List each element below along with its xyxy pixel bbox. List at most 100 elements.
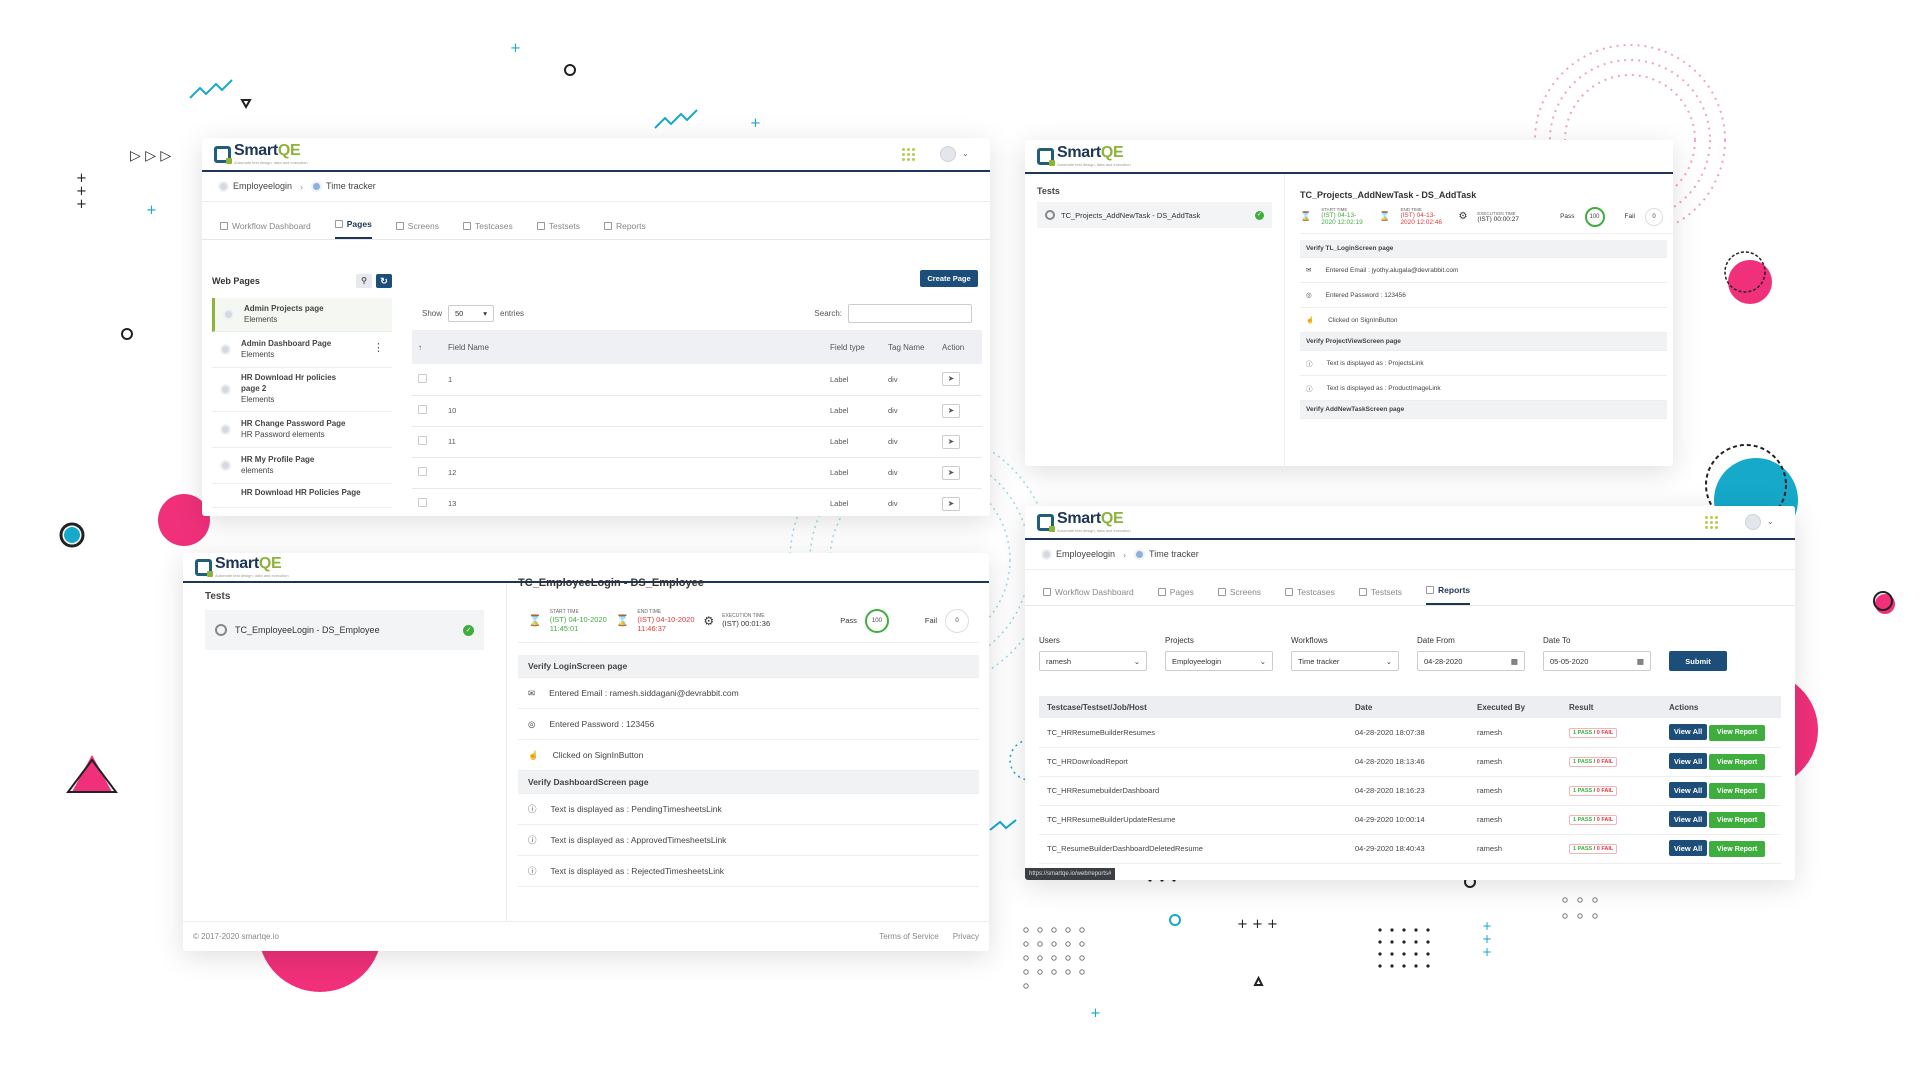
row-checkbox[interactable] — [418, 405, 427, 414]
result-badge: 1 PASS / 0 FAIL — [1569, 727, 1618, 738]
tab-pages[interactable]: Pages — [1157, 587, 1194, 605]
search-icon[interactable]: ⚲ — [356, 274, 372, 288]
send-icon[interactable]: ➤ — [942, 434, 960, 449]
page-icon — [220, 460, 231, 471]
table-row[interactable]: 13 Label div ➤ — [412, 488, 982, 516]
sidebar-item[interactable]: HR Download Hr policies page 2 Elements — [212, 368, 392, 412]
refresh-icon[interactable]: ↻ — [376, 274, 392, 288]
tab-screens[interactable]: Screens — [1217, 587, 1261, 605]
sidebar-item[interactable]: Admin Projects page Elements — [212, 298, 392, 332]
sidebar-item[interactable]: HR Download HR Policies Page — [212, 484, 392, 508]
view-all-button[interactable]: View All — [1669, 782, 1707, 798]
privacy-link[interactable]: Privacy — [953, 932, 979, 941]
workflows-select[interactable]: Time tracker ⌄ — [1291, 651, 1399, 671]
svg-text:+: + — [1482, 945, 1492, 959]
testcases-icon — [462, 222, 471, 230]
col-date[interactable]: Date — [1347, 696, 1469, 718]
breadcrumb-project[interactable]: Employeelogin — [1041, 549, 1115, 561]
view-all-button[interactable]: View All — [1669, 840, 1707, 856]
table-row[interactable]: 12 Label div ➤ — [412, 457, 982, 489]
breadcrumb-workflow[interactable]: Time tracker — [1134, 549, 1199, 561]
test-list-item[interactable]: TC_Projects_AddNewTask - DS_AddTask ✓ — [1037, 202, 1272, 228]
send-icon[interactable]: ➤ — [942, 496, 960, 511]
users-select[interactable]: ramesh ⌄ — [1039, 651, 1147, 671]
test-list-item[interactable]: TC_EmployeeLogin - DS_Employee ✓ — [205, 610, 484, 650]
col-executed-by[interactable]: Executed By — [1469, 696, 1561, 718]
screens-icon — [1217, 588, 1226, 596]
calendar-icon[interactable]: ▦ — [1637, 657, 1644, 666]
svg-text:+: + — [76, 197, 87, 212]
breadcrumb-project[interactable]: Employeelogin — [218, 181, 292, 193]
reports-icon — [1426, 586, 1435, 594]
send-icon[interactable]: ➤ — [942, 465, 960, 480]
svg-text:+: + — [510, 41, 521, 56]
logo-text-qe: QE — [277, 142, 301, 159]
col-result[interactable]: Result — [1561, 696, 1661, 718]
chevron-down-icon[interactable]: ⌄ — [1767, 517, 1774, 526]
view-report-button[interactable]: View Report — [1709, 783, 1766, 799]
table-row[interactable]: 10 Label div ➤ — [412, 395, 982, 427]
view-all-button[interactable]: View All — [1669, 723, 1707, 740]
chevron-down-icon[interactable]: ⌄ — [962, 149, 969, 158]
col-action[interactable]: Action — [936, 330, 982, 364]
svg-text:+: + — [146, 203, 157, 218]
tab-pages[interactable]: Pages — [334, 219, 372, 239]
app-header: SmartQE Automate test design, data and e… — [1025, 506, 1795, 540]
col-testcase[interactable]: Testcase/Testset/Job/Host — [1039, 696, 1347, 718]
tab-screens[interactable]: Screens — [395, 221, 439, 239]
select-all-header[interactable]: ↑ — [412, 330, 442, 364]
apps-grid-icon[interactable] — [1705, 516, 1718, 529]
user-avatar[interactable] — [1745, 514, 1761, 530]
view-all-button[interactable]: View All — [1669, 753, 1707, 769]
logo-mark-icon — [195, 558, 213, 577]
sidebar-item[interactable]: HR My Profile Page elements — [212, 448, 392, 484]
col-field-name[interactable]: Field Name — [442, 330, 824, 364]
user-avatar[interactable] — [940, 146, 956, 162]
table-search-input[interactable] — [848, 303, 972, 323]
calendar-icon[interactable]: ▦ — [1511, 657, 1518, 666]
tab-reports[interactable]: Reports — [603, 221, 646, 239]
projects-select[interactable]: Employeelogin ⌄ — [1165, 651, 1273, 671]
view-all-button[interactable]: View All — [1669, 811, 1707, 827]
view-report-button[interactable]: View Report — [1709, 812, 1766, 828]
row-checkbox[interactable] — [418, 436, 427, 445]
filter-date-from: Date From 04-28-2020 ▦ — [1417, 636, 1525, 671]
sidebar-item[interactable]: HR Change Password Page HR Password eleme… — [212, 412, 392, 448]
sidebar-item[interactable]: Admin Dashboard Page Elements ⋮ — [212, 332, 392, 368]
entries-select[interactable]: 50 ▾ — [448, 304, 495, 322]
info-icon: ⓘ — [528, 835, 537, 845]
tab-workflow-dashboard[interactable]: Workflow Dashboard — [220, 221, 311, 239]
breadcrumb-workflow[interactable]: Time tracker — [311, 181, 376, 193]
view-report-button[interactable]: View Report — [1709, 754, 1766, 770]
workflow-icon — [311, 181, 323, 193]
view-report-button[interactable]: View Report — [1709, 724, 1766, 741]
terms-link[interactable]: Terms of Service — [879, 932, 939, 941]
table-row[interactable]: 11 Label div ➤ — [412, 426, 982, 458]
date-from-input[interactable]: 04-28-2020 ▦ — [1417, 651, 1525, 671]
tab-testcases[interactable]: Testcases — [462, 221, 513, 239]
timing-row: ⌛ START TIME (IST) 04-10-2020 11:45:01 ⌛ … — [518, 599, 979, 643]
create-page-button[interactable]: Create Page — [920, 270, 978, 287]
more-vertical-icon[interactable]: ⋮ — [373, 341, 384, 356]
tab-workflow-dashboard[interactable]: Workflow Dashboard — [1043, 587, 1134, 605]
tab-testcases[interactable]: Testcases — [1285, 587, 1335, 605]
view-report-button[interactable]: View Report — [1709, 841, 1766, 857]
send-icon[interactable]: ➤ — [942, 372, 960, 387]
table-row[interactable]: 1 Label div ➤ — [412, 364, 982, 396]
row-checkbox[interactable] — [418, 467, 427, 476]
step-line: ◎ Entered Password : 123456 — [518, 709, 979, 740]
col-field-type[interactable]: Field type — [824, 330, 882, 364]
date-to-input[interactable]: 05-05-2020 ▦ — [1543, 651, 1651, 671]
row-checkbox[interactable] — [418, 373, 427, 383]
submit-button[interactable]: Submit — [1669, 651, 1727, 671]
row-checkbox[interactable] — [418, 498, 427, 507]
click-icon: ☝ — [1306, 317, 1315, 324]
tab-testsets[interactable]: Testsets — [536, 221, 580, 239]
col-tag-name[interactable]: Tag Name — [882, 330, 936, 364]
send-icon[interactable]: ➤ — [942, 403, 960, 418]
tab-reports[interactable]: Reports — [1426, 585, 1471, 605]
tab-testsets[interactable]: Testsets — [1358, 587, 1402, 605]
project-icon — [1041, 549, 1052, 561]
apps-grid-icon[interactable] — [902, 148, 915, 161]
result-badge: 1 PASS / 0 FAIL — [1569, 786, 1618, 796]
